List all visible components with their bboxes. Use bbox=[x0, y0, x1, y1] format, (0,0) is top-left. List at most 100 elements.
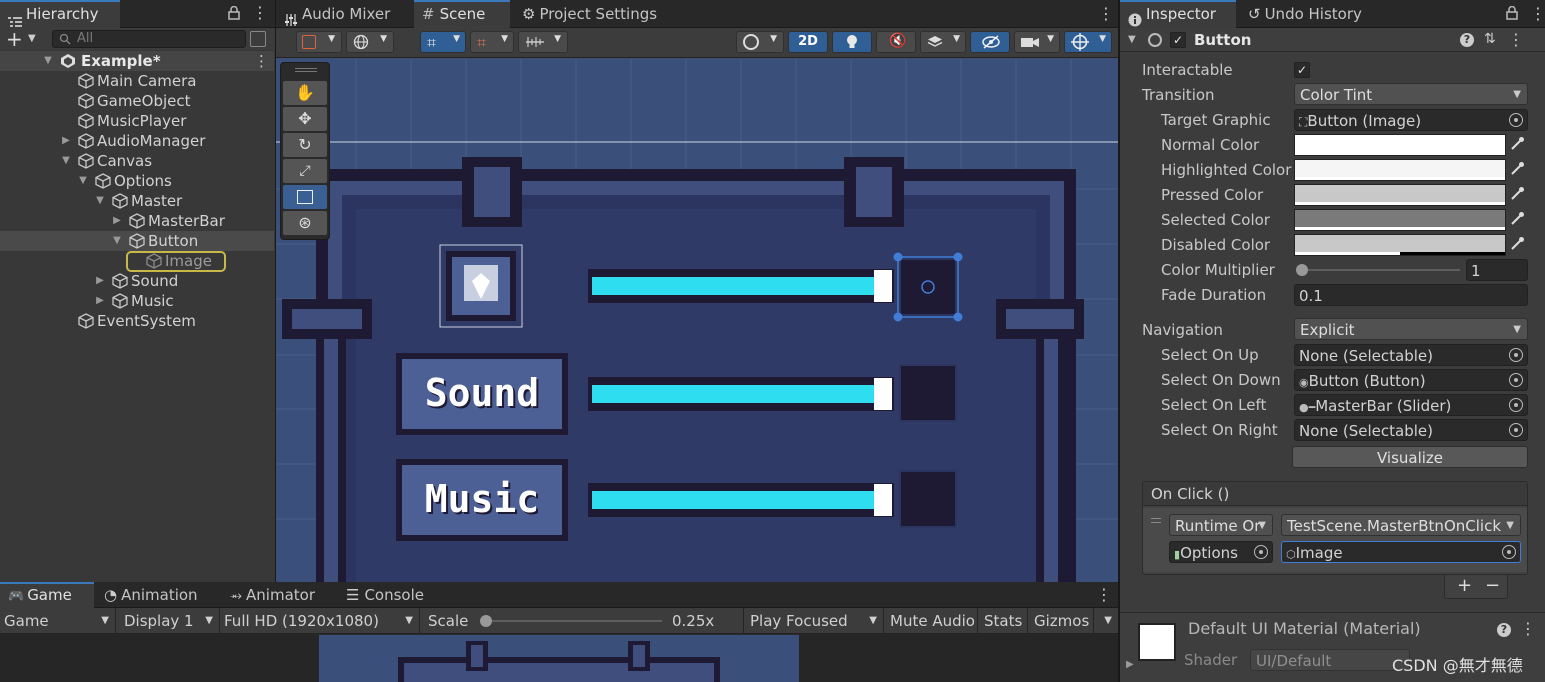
tab-inspector[interactable]: Inspector bbox=[1120, 0, 1236, 28]
scene-viewport[interactable]: Sound Music bbox=[276, 59, 1118, 582]
component-header[interactable]: ▼ ✓ Button ? ⇅ ⋮ bbox=[1120, 28, 1545, 52]
expand-arrow-icon[interactable]: ▶ bbox=[1126, 659, 1134, 670]
tab-animator[interactable]: ⥇ Animator bbox=[222, 582, 334, 608]
highlighted-color-swatch[interactable] bbox=[1294, 159, 1506, 181]
eyedropper-icon[interactable] bbox=[1508, 185, 1528, 205]
transform-tool-button[interactable]: ⊛ bbox=[283, 211, 327, 235]
gizmos-dropdown[interactable]: ▼ bbox=[1094, 608, 1118, 634]
tab-hierarchy[interactable]: Hierarchy bbox=[0, 0, 120, 28]
listener-argument-field[interactable]: ⬡Image bbox=[1281, 541, 1521, 563]
scale-slider[interactable] bbox=[480, 615, 662, 627]
hierarchy-item[interactable]: ▶ Sound bbox=[0, 271, 274, 291]
hierarchy-item[interactable]: ▼ Canvas bbox=[0, 151, 274, 171]
target-graphic-field[interactable]: ⛶Button (Image) bbox=[1294, 109, 1528, 131]
eyedropper-icon[interactable] bbox=[1508, 210, 1528, 230]
eyedropper-icon[interactable] bbox=[1508, 235, 1528, 255]
tab-game[interactable]: 🎮 Game bbox=[0, 582, 94, 608]
game-view-dropdown[interactable]: Game ▼ bbox=[0, 608, 116, 634]
tab-console[interactable]: ☰ Console bbox=[338, 582, 448, 608]
camera-button[interactable]: ▼ bbox=[1014, 31, 1060, 53]
display-dropdown[interactable]: Display 1 ▼ bbox=[120, 608, 220, 634]
collapse-arrow-icon[interactable]: ▼ bbox=[77, 171, 89, 191]
expand-arrow-icon[interactable]: ▶ bbox=[94, 271, 106, 291]
hierarchy-item[interactable]: Image bbox=[0, 251, 274, 272]
kebab-menu-icon[interactable]: ⋮ bbox=[1530, 4, 1545, 23]
tab-undo-history[interactable]: ↺ Undo History bbox=[1240, 0, 1380, 28]
normal-color-swatch[interactable] bbox=[1294, 134, 1506, 156]
eyedropper-icon[interactable] bbox=[1508, 160, 1528, 180]
shading-mode-button[interactable]: ▼ bbox=[736, 31, 784, 53]
gizmos-button[interactable]: ▼ bbox=[1064, 31, 1112, 53]
kebab-menu-icon[interactable]: ⋮ bbox=[254, 51, 269, 71]
object-picker-icon[interactable] bbox=[1254, 545, 1268, 559]
effects-button[interactable]: ▼ bbox=[920, 31, 966, 53]
ruler-button[interactable]: ▼ bbox=[518, 31, 568, 53]
hierarchy-item[interactable]: ▶ MasterBar bbox=[0, 211, 274, 231]
tab-audio-mixer[interactable]: Audio Mixer bbox=[276, 0, 412, 28]
collapse-arrow-icon[interactable]: ▼ bbox=[94, 191, 106, 211]
slider-thumb[interactable] bbox=[1296, 264, 1308, 276]
hierarchy-item[interactable]: ▼ Options bbox=[0, 171, 274, 191]
remove-listener-button[interactable]: − bbox=[1485, 575, 1500, 597]
mute-audio-toggle[interactable]: Mute Audio bbox=[886, 608, 978, 634]
disabled-color-swatch[interactable] bbox=[1294, 234, 1506, 256]
visualize-button[interactable]: Visualize bbox=[1292, 446, 1528, 468]
scale-tool-button[interactable]: ⤢ bbox=[283, 159, 327, 183]
collapse-arrow-icon[interactable]: ▼ bbox=[60, 151, 72, 171]
function-dropdown[interactable]: TestScene.MasterBtnOnClick ▼ bbox=[1281, 514, 1521, 536]
tool-handle-button[interactable]: ▼ bbox=[296, 31, 342, 53]
search-input[interactable]: All bbox=[52, 30, 246, 48]
add-listener-button[interactable]: + bbox=[1457, 575, 1472, 597]
resolution-dropdown[interactable]: Full HD (1920x1080) ▼ bbox=[220, 608, 420, 634]
hand-tool-button[interactable]: ✋ bbox=[283, 81, 327, 105]
listener-object-field[interactable]: ▮Options bbox=[1169, 541, 1273, 563]
object-picker-icon[interactable] bbox=[1509, 113, 1523, 127]
move-tool-button[interactable]: ✥ bbox=[283, 107, 327, 131]
object-picker-icon[interactable] bbox=[1509, 348, 1523, 362]
global-local-button[interactable]: ▼ bbox=[346, 31, 394, 53]
hierarchy-item[interactable]: ▼ Button bbox=[0, 231, 274, 251]
lock-icon[interactable] bbox=[228, 5, 240, 20]
transition-dropdown[interactable]: Color Tint ▼ bbox=[1294, 83, 1528, 105]
hierarchy-item[interactable]: ▶ AudioManager bbox=[0, 131, 274, 151]
runtime-mode-dropdown[interactable]: Runtime Or ▼ bbox=[1169, 514, 1273, 536]
rotate-tool-button[interactable]: ↻ bbox=[283, 133, 327, 157]
scene-visibility-button[interactable] bbox=[970, 31, 1010, 53]
palette-grip[interactable] bbox=[295, 68, 317, 72]
select-on-up-field[interactable]: None (Selectable) bbox=[1294, 344, 1528, 366]
expand-arrow-icon[interactable]: ▶ bbox=[111, 211, 123, 231]
stats-toggle[interactable]: Stats bbox=[980, 608, 1028, 634]
presets-icon[interactable]: ⇅ bbox=[1484, 31, 1496, 47]
expand-arrow-icon[interactable]: ▼ bbox=[1128, 28, 1136, 52]
tab-animation[interactable]: ◔ Animation bbox=[96, 582, 220, 608]
kebab-menu-icon[interactable]: ⋮ bbox=[1098, 4, 1114, 23]
increment-snap-button[interactable]: ⌗ ▼ bbox=[470, 31, 514, 53]
eyedropper-icon[interactable] bbox=[1508, 135, 1528, 155]
grid-snap-button[interactable]: ⌗ ▼ bbox=[420, 31, 466, 53]
hierarchy-item[interactable]: EventSystem bbox=[0, 311, 274, 331]
select-on-down-field[interactable]: ◉Button (Button) bbox=[1294, 369, 1528, 391]
pressed-color-swatch[interactable] bbox=[1294, 184, 1506, 206]
game-viewport[interactable] bbox=[0, 635, 1118, 682]
color-multiplier-slider[interactable] bbox=[1296, 262, 1462, 278]
lock-icon[interactable] bbox=[1506, 5, 1518, 20]
expand-arrow-icon[interactable]: ▶ bbox=[94, 291, 106, 311]
kebab-menu-icon[interactable]: ⋮ bbox=[252, 4, 268, 22]
navigation-dropdown[interactable]: Explicit ▼ bbox=[1294, 318, 1528, 340]
play-focused-dropdown[interactable]: Play Focused ▼ bbox=[746, 608, 884, 634]
help-icon[interactable]: ? bbox=[1497, 623, 1511, 637]
expand-arrow-icon[interactable]: ▼ bbox=[42, 51, 54, 71]
hierarchy-item[interactable]: GameObject bbox=[0, 91, 274, 111]
kebab-menu-icon[interactable]: ⋮ bbox=[1508, 30, 1524, 49]
chevron-down-icon[interactable]: ▼ bbox=[28, 28, 36, 50]
audio-toggle-button[interactable]: 🔇 bbox=[876, 31, 916, 53]
object-picker-icon[interactable] bbox=[1502, 545, 1516, 559]
hierarchy-item[interactable]: ▶ Music bbox=[0, 291, 274, 311]
select-on-right-field[interactable]: None (Selectable) bbox=[1294, 419, 1528, 441]
component-enabled-checkbox[interactable]: ✓ bbox=[1170, 32, 1186, 48]
tab-project-settings[interactable]: ⚙ Project Settings bbox=[514, 0, 674, 28]
scene-visibility-icon[interactable] bbox=[250, 31, 266, 47]
kebab-menu-icon[interactable]: ⋮ bbox=[1096, 585, 1112, 604]
rect-tool-button[interactable] bbox=[283, 185, 327, 209]
color-multiplier-field[interactable]: 1 bbox=[1466, 259, 1528, 281]
